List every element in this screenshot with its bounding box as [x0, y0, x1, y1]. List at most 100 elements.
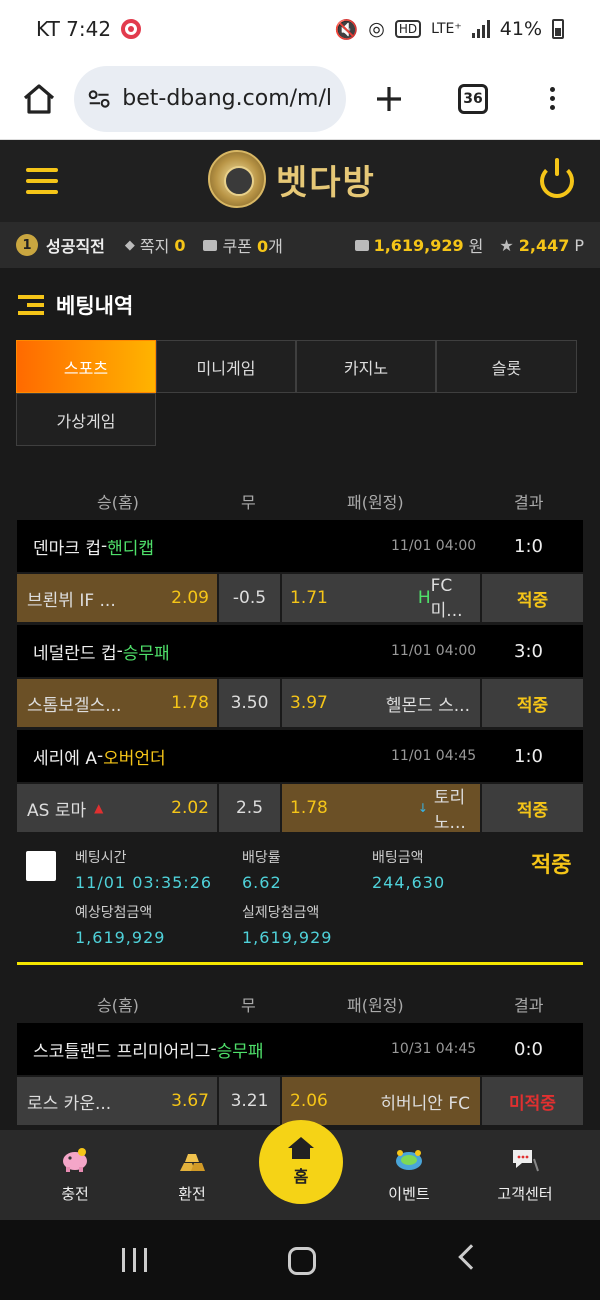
logo-text: 벳다방	[276, 162, 376, 203]
carrier-time: KT 7:42	[36, 17, 112, 41]
nav-withdraw[interactable]: 환전	[137, 1130, 247, 1220]
bet-time-label: 베팅시간	[75, 850, 127, 866]
result-cell: 미적중	[482, 1077, 583, 1125]
column-header: 승(홈) 무 패(원정) 결과	[17, 983, 583, 1021]
recent-apps-icon[interactable]	[122, 1248, 147, 1272]
home-odd: 3.67	[171, 1091, 209, 1111]
tab-minigame[interactable]: 미니게임	[156, 340, 296, 393]
points-amount: 2,447	[518, 235, 570, 255]
tab-slot[interactable]: 슬롯	[436, 340, 577, 393]
away-team: FC 미...	[430, 575, 463, 621]
system-status-bar: KT 7:42 🔇 ◎ HD LTE⁺ 41%	[0, 0, 600, 58]
odds-row: 브뢴뷔 IF ... 2.09 -0.5 1.71 H FC 미... 적중	[17, 573, 583, 623]
home-team: 로스 카운...	[27, 1093, 112, 1114]
page-title: 베팅내역	[56, 294, 134, 318]
back-icon[interactable]	[458, 1244, 484, 1270]
col-away: 패(원정)	[347, 996, 404, 1015]
bet-summary: 베팅시간 11/01 03:35:26 배당률 6.62 배팅금액 244,63…	[17, 843, 583, 953]
nav-home[interactable]: 홈	[259, 1120, 343, 1204]
nav-event[interactable]: 이벤트	[354, 1130, 464, 1220]
nav-deposit[interactable]: 충전	[20, 1130, 130, 1220]
notes-label: 쪽지	[139, 237, 170, 256]
site-header: 벳다방	[0, 140, 600, 222]
browser-toolbar: bet-dbang.com/m/l 36	[0, 58, 600, 140]
match-header: 네덜란드 컵 - 승무패 11/01 04:00 3:0	[17, 625, 583, 677]
bet-amount: 244,630	[372, 873, 446, 892]
result-cell: 적중	[482, 679, 583, 727]
tab-sports[interactable]: 스포츠	[16, 340, 156, 393]
home-odd: 2.02	[171, 798, 209, 818]
draw-cell[interactable]: -0.5	[219, 574, 280, 622]
home-icon	[288, 1137, 314, 1159]
bet-type: 핸디캡	[107, 538, 155, 559]
match-header: 세리에 A - 오버언더 11/01 04:45 1:0	[17, 730, 583, 782]
home-team: AS 로마	[27, 800, 87, 821]
coupon-link[interactable]: 쿠폰 0개	[203, 233, 283, 257]
bet-time: 11/01 03:35:26	[75, 873, 213, 892]
nav-home-label: 홈	[293, 1167, 309, 1186]
section-title: 베팅내역	[18, 290, 133, 320]
message-icon: ◆	[124, 237, 135, 253]
system-home-icon[interactable]	[288, 1247, 316, 1275]
notes-link[interactable]: ◆ 쪽지 0	[125, 233, 186, 257]
column-header: 승(홈) 무 패(원정) 결과	[17, 480, 583, 518]
new-tab-icon[interactable]	[374, 84, 404, 114]
league-name: 덴마크 컵	[33, 538, 101, 559]
away-odds-cell[interactable]: 3.97 헬몬드 스...	[282, 679, 480, 727]
away-team: 헬몬드 스...	[385, 695, 470, 716]
odds-row: AS 로마 ▲ 2.02 2.5 1.78 ↓ 토리노... 적중	[17, 783, 583, 833]
coupon-label: 쿠폰	[222, 237, 252, 256]
coupon-count: 0	[256, 237, 269, 256]
bottom-navigation: 충전 환전 홈 이벤트 고객센터	[0, 1120, 600, 1220]
system-navigation-bar	[0, 1220, 600, 1300]
away-team: 히버니안 FC	[380, 1093, 470, 1114]
home-odds-cell[interactable]: 브뢴뷔 IF ... 2.09	[17, 574, 217, 622]
col-home: 승(홈)	[97, 996, 139, 1015]
draw-cell[interactable]: 3.21	[219, 1077, 280, 1125]
tab-switcher-button[interactable]: 36	[458, 83, 488, 114]
logout-power-icon[interactable]	[540, 158, 574, 198]
match-header: 스코틀랜드 프리미어리그 - 승무패 10/31 04:45 0:0	[17, 1023, 583, 1075]
user-level-badge: 1	[16, 234, 38, 256]
bet-status: 적중	[531, 853, 572, 878]
menu-icon[interactable]	[26, 168, 58, 194]
points-unit: P	[574, 235, 584, 255]
site-logo[interactable]: 벳다방	[208, 150, 376, 208]
balance-unit: 원	[468, 237, 484, 256]
points-display[interactable]: ★ 2,447 P	[499, 236, 584, 255]
home-odds-cell[interactable]: 스톰보겔스... 1.78	[17, 679, 217, 727]
away-odds-cell[interactable]: 1.78 ↓ 토리노...	[282, 784, 480, 833]
nav-support[interactable]: 고객센터	[470, 1130, 580, 1220]
match-time: 10/31 04:45	[391, 1041, 477, 1057]
tab-virtual-game[interactable]: 가상게임	[16, 393, 156, 446]
draw-cell[interactable]: 3.50	[219, 679, 280, 727]
home-odds-cell[interactable]: 로스 카운... 3.67	[17, 1077, 217, 1125]
league-name: 세리에 A	[33, 748, 97, 769]
col-draw: 무	[241, 493, 256, 512]
balance-amount: 1,619,929	[373, 235, 464, 255]
match-score: 3:0	[514, 640, 543, 662]
col-draw: 무	[241, 996, 256, 1015]
logo-emblem-icon	[208, 150, 266, 208]
balance-display[interactable]: 1,619,929 원	[354, 233, 484, 257]
league-name: 네덜란드 컵	[33, 643, 117, 664]
wifi-call-icon: ◎	[368, 18, 385, 40]
result-cell: 적중	[482, 784, 583, 832]
home-odds-cell[interactable]: AS 로마 ▲ 2.02	[17, 784, 217, 832]
draw-cell[interactable]: 2.5	[219, 784, 280, 832]
away-odds-cell[interactable]: 2.06 히버니안 FC	[282, 1077, 480, 1125]
away-odd: 1.71	[290, 588, 328, 608]
away-odds-cell[interactable]: 1.71 H FC 미...	[282, 574, 480, 622]
nav-withdraw-label: 환전	[178, 1184, 206, 1203]
col-result: 결과	[514, 493, 544, 512]
select-checkbox[interactable]	[26, 851, 56, 881]
actual-label: 실제당첨금액	[242, 905, 320, 921]
home-icon[interactable]	[22, 83, 56, 115]
address-bar[interactable]: bet-dbang.com/m/l	[74, 65, 346, 132]
site-settings-icon[interactable]	[88, 88, 110, 110]
more-options-icon[interactable]	[550, 87, 555, 110]
expected-label: 예상당첨금액	[75, 905, 153, 921]
tab-casino[interactable]: 카지노	[296, 340, 436, 393]
match-header: 덴마크 컵 - 핸디캡 11/01 04:00 1:0	[17, 520, 583, 572]
bet-type: 승무패	[216, 1041, 264, 1062]
